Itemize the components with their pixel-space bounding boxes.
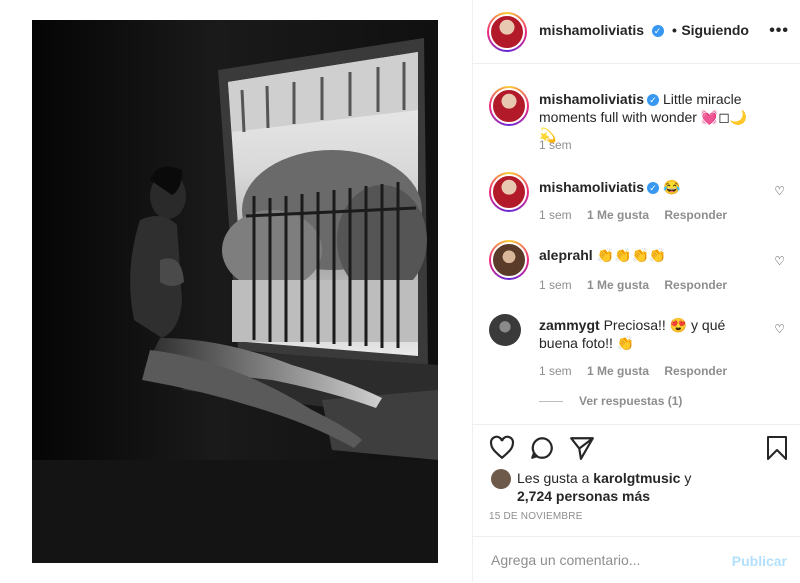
comments-list: mishamoliviatis ✓ Little miracle moments … bbox=[473, 64, 800, 424]
verified-badge-icon: ✓ bbox=[651, 25, 664, 37]
author-avatar[interactable] bbox=[487, 12, 527, 52]
comment-avatar[interactable] bbox=[489, 314, 521, 346]
verified-badge-icon: ✓ bbox=[647, 94, 660, 106]
comment-bubble-icon[interactable] bbox=[529, 435, 555, 461]
post-date[interactable]: 15 DE NOVIEMBRE bbox=[489, 511, 583, 522]
replies-divider bbox=[539, 401, 563, 403]
comment-username[interactable]: mishamoliviatis bbox=[539, 179, 644, 195]
comment-time[interactable]: 1 sem bbox=[539, 208, 572, 222]
view-replies-button[interactable]: Ver respuestas (1) bbox=[539, 394, 682, 408]
comment-meta: 1 sem 1 Me gusta Responder bbox=[539, 278, 727, 292]
post-header: mishamoliviatis ✓ • Siguiendo ••• bbox=[473, 0, 800, 64]
like-comment-heart-icon[interactable]: ♡ bbox=[774, 184, 785, 198]
reply-button[interactable]: Responder bbox=[664, 364, 727, 378]
follow-separator: • bbox=[671, 22, 677, 38]
comment-likes[interactable]: 1 Me gusta bbox=[587, 364, 649, 378]
comment-item: aleprahl 👏👏👏👏 ♡ 1 sem 1 Me gusta Respond… bbox=[489, 240, 785, 296]
comment-avatar[interactable] bbox=[489, 240, 529, 280]
like-heart-icon[interactable] bbox=[489, 435, 515, 461]
publish-button[interactable]: Publicar bbox=[732, 553, 787, 569]
comment-meta: 1 sem 1 Me gusta Responder bbox=[539, 208, 727, 222]
verified-badge-icon: ✓ bbox=[647, 182, 660, 194]
caption-avatar[interactable] bbox=[489, 86, 529, 126]
comment-text: aleprahl 👏👏👏👏 bbox=[539, 246, 759, 264]
comment-likes[interactable]: 1 Me gusta bbox=[587, 208, 649, 222]
caption-meta: 1 sem bbox=[539, 138, 572, 152]
reply-button[interactable]: Responder bbox=[664, 278, 727, 292]
comment-meta: 1 sem 1 Me gusta Responder bbox=[539, 364, 727, 378]
comment-username[interactable]: zammygt bbox=[539, 317, 600, 333]
save-bookmark-icon[interactable] bbox=[765, 435, 789, 461]
post-media-area bbox=[0, 0, 472, 582]
post-actions: Les gusta a karolgtmusic y 2,724 persona… bbox=[473, 424, 800, 537]
caption-text: mishamoliviatis ✓ Little miracle moments … bbox=[539, 90, 759, 144]
comment-text: mishamoliviatis ✓ 😂 bbox=[539, 178, 759, 196]
comment-item: mishamoliviatis ✓ 😂 ♡ 1 sem 1 Me gusta Re… bbox=[489, 172, 785, 228]
likes-conj: y bbox=[684, 470, 692, 486]
comment-avatar[interactable] bbox=[489, 172, 529, 212]
comment-item: zammygt Preciosa!! 😍 y qué buena foto!! … bbox=[489, 314, 785, 390]
more-options-icon[interactable]: ••• bbox=[769, 22, 789, 40]
comment-composer: Publicar bbox=[473, 536, 800, 583]
likes-summary: Les gusta a karolgtmusic y 2,724 persona… bbox=[517, 469, 777, 505]
caption-time[interactable]: 1 sem bbox=[539, 138, 572, 152]
comment-time[interactable]: 1 sem bbox=[539, 278, 572, 292]
comment-input[interactable] bbox=[489, 545, 713, 575]
caption-username[interactable]: mishamoliviatis bbox=[539, 91, 644, 107]
post-side-panel: mishamoliviatis ✓ • Siguiendo ••• misham… bbox=[472, 0, 800, 582]
comment-time[interactable]: 1 sem bbox=[539, 364, 572, 378]
author-username[interactable]: mishamoliviatis bbox=[539, 22, 644, 38]
liker-username[interactable]: karolgtmusic bbox=[593, 470, 680, 486]
likes-count[interactable]: 2,724 personas más bbox=[517, 488, 650, 504]
likes-prefix: Les gusta a bbox=[517, 470, 590, 486]
reply-button[interactable]: Responder bbox=[664, 208, 727, 222]
comment-body: 👏👏👏👏 bbox=[596, 247, 667, 263]
post-photo[interactable] bbox=[32, 20, 438, 563]
post-photo-image bbox=[32, 20, 438, 563]
comment-likes[interactable]: 1 Me gusta bbox=[587, 278, 649, 292]
comment-body: 😂 bbox=[662, 179, 681, 195]
view-replies-label: Ver respuestas (1) bbox=[579, 394, 683, 408]
caption: mishamoliviatis ✓ Little miracle moments … bbox=[489, 86, 785, 156]
liker-avatar[interactable] bbox=[491, 469, 511, 489]
comment-text: zammygt Preciosa!! 😍 y qué buena foto!! … bbox=[539, 316, 759, 352]
like-comment-heart-icon[interactable]: ♡ bbox=[774, 322, 785, 336]
share-send-icon[interactable] bbox=[569, 435, 595, 461]
following-button[interactable]: Siguiendo bbox=[681, 22, 749, 38]
like-comment-heart-icon[interactable]: ♡ bbox=[774, 254, 785, 268]
comment-username[interactable]: aleprahl bbox=[539, 247, 593, 263]
